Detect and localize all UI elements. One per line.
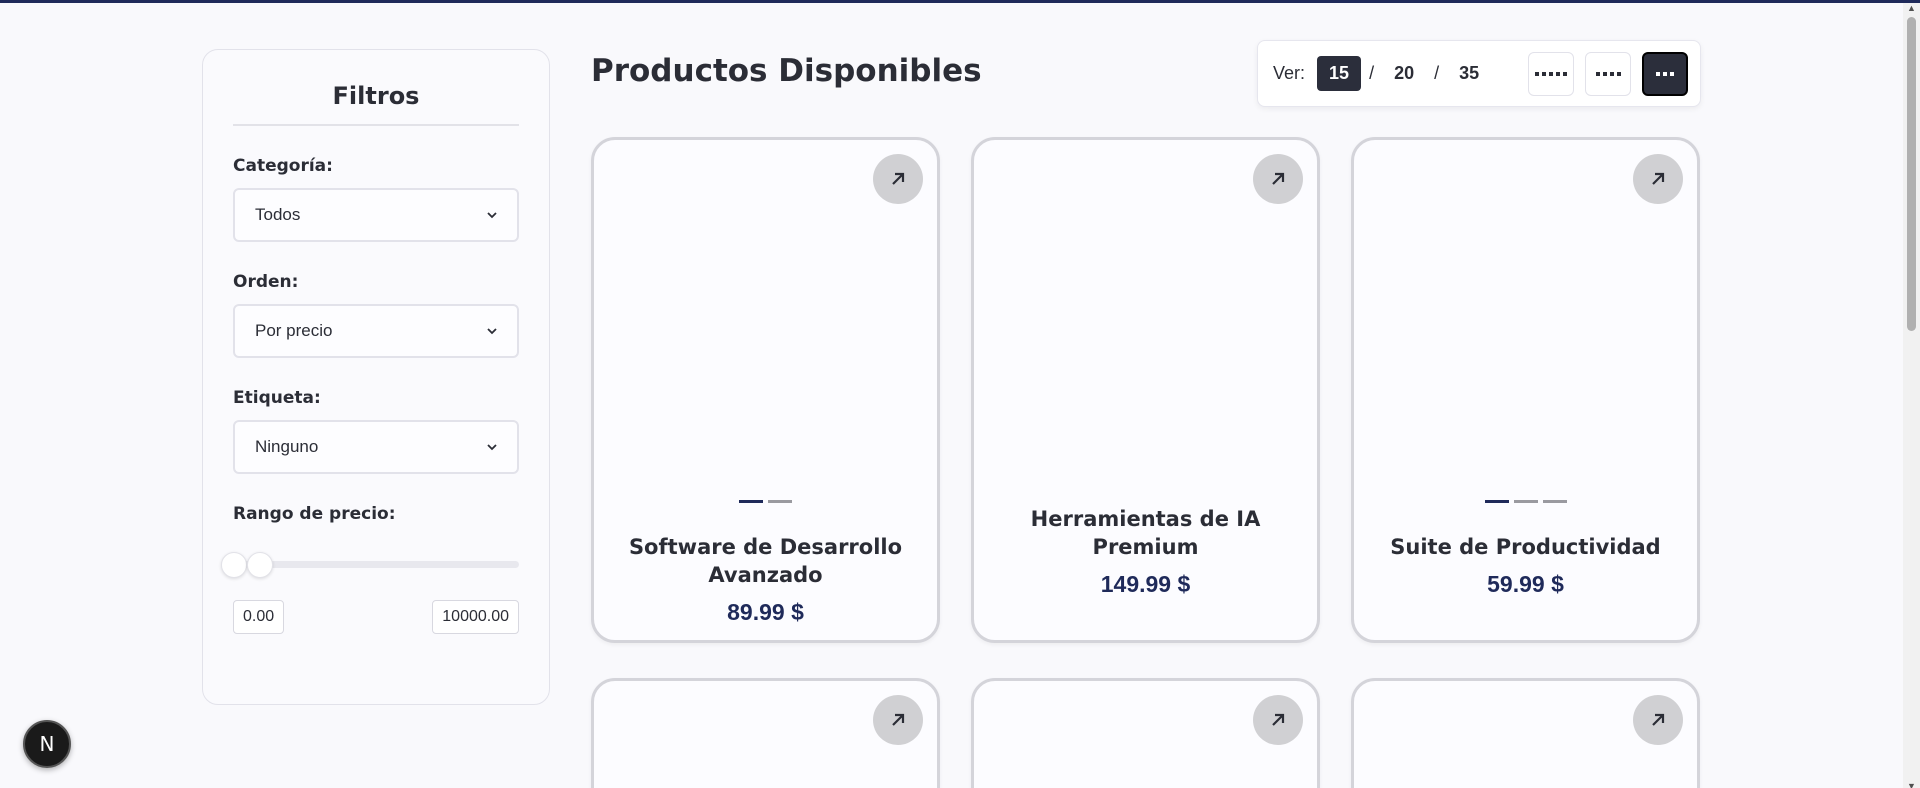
order-label: Orden: (233, 272, 299, 292)
nextjs-badge[interactable]: N (23, 720, 71, 768)
view-toolbar: Ver: 15 / 20 / 35 (1257, 40, 1701, 107)
chevron-down-icon (487, 328, 497, 335)
category-label: Categoría: (233, 156, 333, 176)
product-card[interactable] (591, 678, 940, 788)
open-link-icon[interactable] (873, 154, 923, 204)
page-title: Productos Disponibles (591, 53, 982, 89)
grid-5-columns-button[interactable] (1528, 51, 1575, 96)
product-card[interactable] (971, 678, 1320, 788)
carousel-dots[interactable] (1354, 500, 1697, 503)
product-card[interactable]: Software de Desarrollo Avanzado 89.99 $ (591, 137, 940, 643)
grid-3-columns-button[interactable] (1642, 51, 1689, 96)
separator: / (1369, 63, 1375, 83)
chevron-down-icon (487, 212, 497, 219)
category-select[interactable]: Todos (233, 188, 519, 242)
open-link-icon[interactable] (1633, 154, 1683, 204)
price-range-slider[interactable] (221, 550, 519, 580)
price-range-label: Rango de precio: (233, 504, 396, 524)
product-name: Software de Desarrollo Avanzado (628, 535, 903, 587)
view-label: Ver: (1273, 63, 1306, 83)
order-select[interactable]: Por precio (233, 304, 519, 358)
view-count-20[interactable]: 20 (1382, 56, 1426, 91)
slider-max-thumb[interactable] (247, 552, 273, 578)
product-card[interactable]: Suite de Productividad 59.99 $ (1351, 137, 1700, 643)
open-link-icon[interactable] (1253, 154, 1303, 204)
slider-track (233, 561, 519, 568)
tag-label: Etiqueta: (233, 388, 321, 408)
filters-panel: Filtros Categoría: Todos Orden: Por prec… (202, 49, 550, 705)
product-price: 89.99 $ (727, 599, 804, 625)
product-price: 149.99 $ (1100, 571, 1191, 597)
view-count-35[interactable]: 35 (1447, 56, 1491, 91)
separator: / (1434, 63, 1440, 83)
view-count-15[interactable]: 15 (1317, 56, 1362, 91)
product-card[interactable] (1351, 678, 1700, 788)
tag-value: Ninguno (255, 437, 319, 456)
open-link-icon[interactable] (1633, 695, 1683, 745)
scrollbar-thumb[interactable] (1907, 17, 1916, 331)
open-link-icon[interactable] (1253, 695, 1303, 745)
order-value: Por precio (255, 321, 333, 340)
product-card[interactable]: Herramientas de IA Premium 149.99 $ (971, 137, 1320, 643)
chevron-down-icon (487, 444, 497, 451)
grid-4-columns-button[interactable] (1585, 51, 1632, 96)
product-name: Suite de Productividad (1390, 535, 1661, 559)
scroll-up-icon[interactable]: ▲ (1907, 3, 1916, 13)
tag-select[interactable]: Ninguno (233, 420, 519, 474)
category-value: Todos (255, 205, 301, 224)
scroll-down-icon[interactable]: ▼ (1907, 781, 1916, 788)
price-min-value[interactable]: 0.00 (233, 600, 285, 634)
product-price: 59.99 $ (1487, 571, 1564, 597)
product-name: Herramientas de IA Premium (1030, 507, 1261, 559)
price-max-value[interactable]: 10000.00 (432, 600, 519, 634)
open-link-icon[interactable] (873, 695, 923, 745)
scrollbar[interactable]: ▲ ▼ (1903, 3, 1920, 788)
slider-min-thumb[interactable] (221, 552, 247, 578)
filters-title: Filtros (233, 50, 519, 126)
carousel-dots[interactable] (594, 500, 937, 503)
